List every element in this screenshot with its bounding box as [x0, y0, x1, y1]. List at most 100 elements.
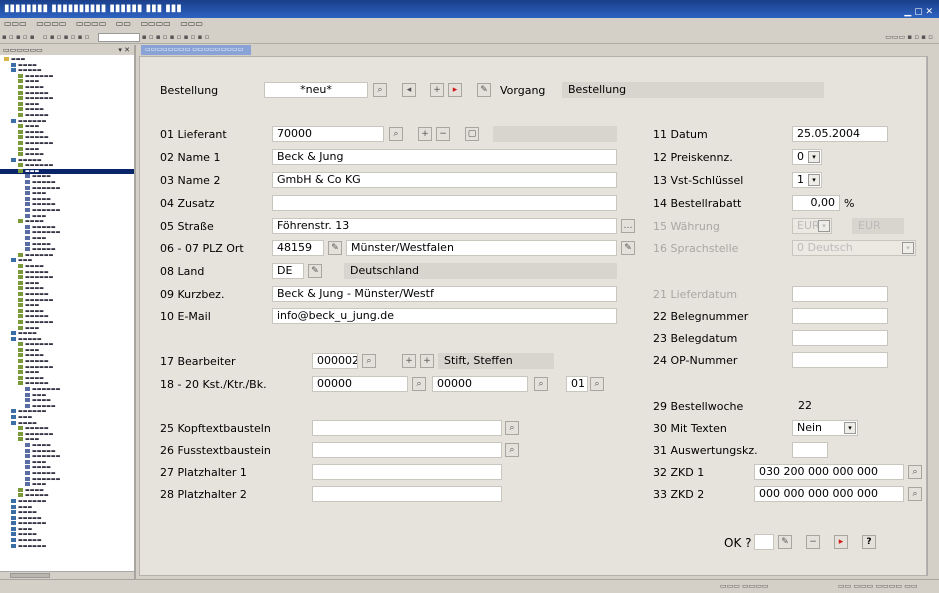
- belegnummer-field[interactable]: [792, 308, 888, 324]
- strasse-field[interactable]: Föhrenstr. 13: [272, 218, 617, 234]
- folder-icon: [25, 208, 30, 213]
- search-icon[interactable]: ⌕: [412, 377, 426, 391]
- vst-label: 13 Vst-Schlüssel: [653, 174, 744, 187]
- folder-icon: [18, 107, 23, 112]
- delete-button[interactable]: ▸: [448, 83, 462, 97]
- folder-icon: [18, 487, 23, 492]
- toolbar-icons[interactable]: ▪ ▫ ▪ ▫ ▪: [2, 30, 35, 43]
- tree-node[interactable]: ▬▬▬▬▬▬: [0, 543, 134, 550]
- search-icon[interactable]: ⌕: [362, 354, 376, 368]
- fusstext-field[interactable]: [312, 442, 502, 458]
- new-button[interactable]: +: [430, 83, 444, 97]
- pin-icon[interactable]: ▾ ✕: [118, 45, 130, 55]
- folder-icon: [18, 314, 23, 319]
- op-nummer-label: 24 OP-Nummer: [653, 354, 738, 367]
- folder-icon: [25, 196, 30, 201]
- lieferant-field[interactable]: 70000: [272, 126, 384, 142]
- menu-item[interactable]: ▭▭: [116, 19, 131, 28]
- name1-field[interactable]: Beck & Jung: [272, 149, 617, 165]
- folder-icon: [25, 247, 30, 252]
- search-icon[interactable]: ⌕: [908, 465, 922, 479]
- bk-field[interactable]: 01: [566, 376, 588, 392]
- previous-button[interactable]: ◂: [402, 83, 416, 97]
- folder-icon: [11, 118, 16, 123]
- open-button[interactable]: ▢: [465, 127, 479, 141]
- remove-button[interactable]: −: [436, 127, 450, 141]
- lieferant-label: 01 Lieferant: [160, 128, 227, 141]
- chevron-down-icon: ▾: [902, 242, 914, 254]
- chevron-down-icon[interactable]: ▾: [808, 174, 820, 186]
- search-icon[interactable]: ⌕: [590, 377, 604, 391]
- toolbar: ▪ ▫ ▪ ▫ ▪ ▫ ▪ ▫ ▪ ▫ ▪ ▫ ▪ ▫ ▪ ▫ ▪ ▫ ▪ ▫ …: [0, 30, 939, 44]
- search-icon[interactable]: ⌕: [908, 487, 922, 501]
- search-icon[interactable]: ⌕: [534, 377, 548, 391]
- zkd2-field[interactable]: 000 000 000 000 000: [754, 486, 904, 502]
- window-controls[interactable]: ▁ ▢ ✕: [904, 3, 933, 18]
- window-title: ▮▮▮▮▮▮▮▮ ▮▮▮▮▮▮▮▮▮▮ ▮▮▮▮▮▮ ▮▮▮ ▮▮▮: [4, 3, 182, 14]
- bestellrabatt-field[interactable]: 0,00: [792, 195, 840, 211]
- edit-icon[interactable]: ✎: [778, 535, 792, 549]
- menu-item[interactable]: ▭▭▭: [180, 19, 203, 28]
- toolbar-icons[interactable]: ▪ ▫ ▪ ▫ ▪ ▫ ▪ ▫ ▪ ▫: [142, 30, 209, 43]
- auswertungskz-field[interactable]: [792, 442, 828, 458]
- toolbar-icons[interactable]: ▫ ▪ ▫ ▪ ▫ ▪ ▫: [43, 30, 90, 43]
- email-field[interactable]: info@beck_u_jung.de: [272, 308, 617, 324]
- folder-icon: [18, 269, 23, 274]
- bestellung-field[interactable]: *neu*: [264, 82, 368, 98]
- plz-edit-icon[interactable]: ✎: [328, 241, 342, 255]
- kurzbez-field[interactable]: Beck & Jung - Münster/Westf: [272, 286, 617, 302]
- edit-icon[interactable]: ✎: [477, 83, 491, 97]
- land-field[interactable]: DE: [272, 263, 304, 279]
- menu-item[interactable]: ▭▭▭▭: [76, 19, 106, 28]
- search-icon[interactable]: ⌕: [505, 443, 519, 457]
- belegdatum-field[interactable]: [792, 330, 888, 346]
- ort-edit-icon[interactable]: ✎: [621, 241, 635, 255]
- search-icon[interactable]: ⌕: [373, 83, 387, 97]
- add-button[interactable]: +: [420, 354, 434, 368]
- zkd1-field[interactable]: 030 200 000 000 000: [754, 464, 904, 480]
- scrollbar-thumb[interactable]: [10, 573, 50, 578]
- navigator-tree[interactable]: ▬▬▬ ▬▬▬▬ ▬▬▬▬▬ ▬▬▬▬▬▬ ▬▬▬ ▬▬▬▬ ▬▬▬▬▬ ▬▬▬▬▬▬ ▬▬▬ ▬…: [0, 55, 134, 549]
- add-button[interactable]: +: [418, 127, 432, 141]
- search-icon[interactable]: ⌕: [389, 127, 403, 141]
- search-icon[interactable]: ⌕: [505, 421, 519, 435]
- chevron-down-icon[interactable]: ▾: [808, 151, 820, 163]
- folder-icon: [18, 370, 23, 375]
- ok-field[interactable]: [754, 534, 774, 550]
- chevron-down-icon[interactable]: ▾: [844, 422, 856, 434]
- help-icon[interactable]: ?: [862, 535, 876, 549]
- platzhalter2-field[interactable]: [312, 486, 502, 502]
- op-nummer-field[interactable]: [792, 352, 888, 368]
- platzhalter1-field[interactable]: [312, 464, 502, 480]
- toolbar-right-controls[interactable]: ▭▭▭ ▪ ▫ ▪ ▫: [885, 30, 933, 43]
- confirm-button[interactable]: ▸: [834, 535, 848, 549]
- tab-bestellung[interactable]: ▭▭▭▭▭▭▭▭ ▭▭▭▭▭▭▭▭▭: [141, 45, 251, 55]
- plz-field[interactable]: 48159: [272, 240, 324, 256]
- folder-icon: [18, 308, 23, 313]
- folder-icon: [11, 526, 16, 531]
- toolbar-field[interactable]: [97, 32, 140, 42]
- lieferdatum-field[interactable]: [792, 286, 888, 302]
- menu-item[interactable]: ▭▭▭▭: [36, 19, 66, 28]
- folder-icon: [18, 252, 23, 257]
- bearbeiter-field[interactable]: 000002: [312, 353, 358, 369]
- sprachstelle-field: 0 Deutsch: [792, 240, 916, 256]
- cancel-button[interactable]: −: [806, 535, 820, 549]
- folder-icon: [25, 448, 30, 453]
- folder-icon: [18, 342, 23, 347]
- form-scrollbar[interactable]: [927, 56, 939, 576]
- datum-field[interactable]: 25.05.2004: [792, 126, 888, 142]
- platzhalter1-label: 27 Platzhalter 1: [160, 466, 247, 479]
- ktr-field[interactable]: 00000: [432, 376, 528, 392]
- kst-field[interactable]: 00000: [312, 376, 408, 392]
- ort-field[interactable]: Münster/Westfalen: [346, 240, 617, 256]
- menu-item[interactable]: ▭▭▭: [4, 19, 27, 28]
- land-edit-icon[interactable]: ✎: [308, 264, 322, 278]
- zusatz-field[interactable]: [272, 195, 617, 211]
- kopftext-field[interactable]: [312, 420, 502, 436]
- strasse-extra-button[interactable]: …: [621, 219, 635, 233]
- menu-item[interactable]: ▭▭▭▭: [140, 19, 170, 28]
- navigator-scrollbar[interactable]: [0, 571, 134, 579]
- name2-field[interactable]: GmbH & Co KG: [272, 172, 617, 188]
- add-button[interactable]: +: [402, 354, 416, 368]
